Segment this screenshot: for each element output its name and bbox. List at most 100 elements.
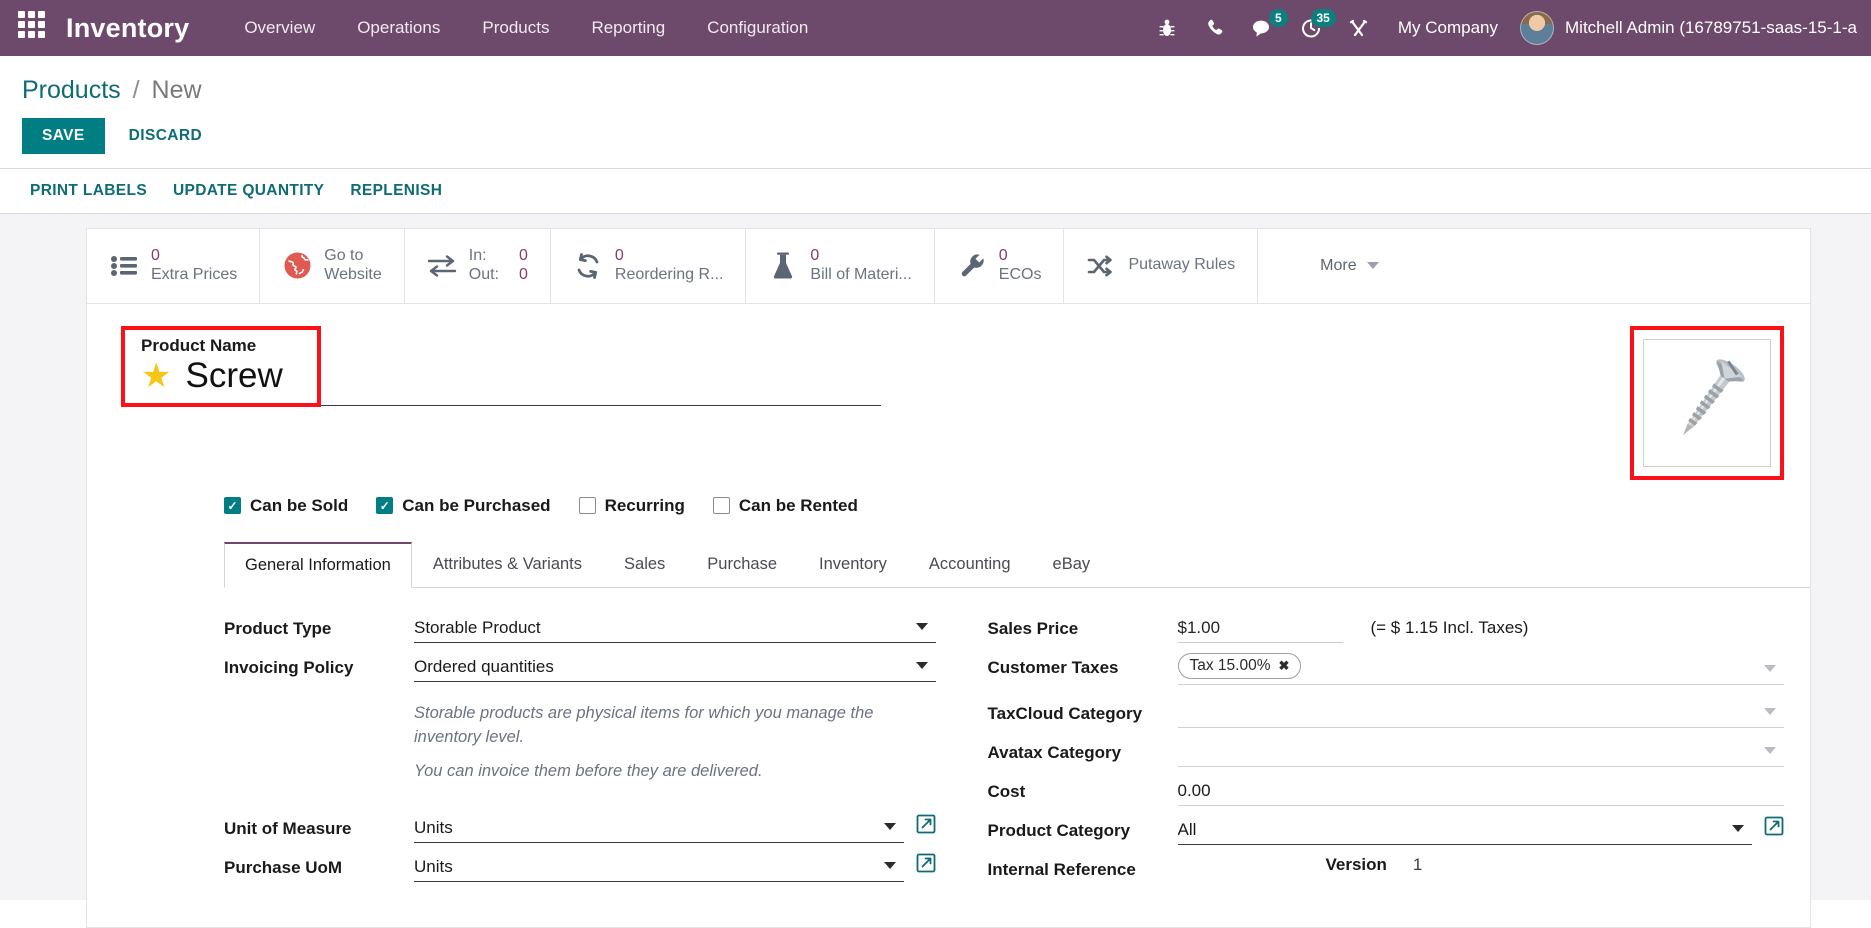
nav-item-reporting[interactable]: Reporting — [570, 18, 686, 38]
product-title-area: Product Name ★ Screw — [87, 304, 1810, 480]
field-cost: Cost — [988, 776, 1784, 806]
chevron-down-icon[interactable] — [883, 822, 896, 830]
messages-badge: 5 — [1268, 9, 1288, 27]
smart-button-extra-prices[interactable]: 0 Extra Prices — [87, 229, 261, 303]
tab-attributes-variants[interactable]: Attributes & Variants — [412, 542, 603, 588]
chevron-down-icon[interactable] — [915, 622, 928, 630]
nav-item-overview[interactable]: Overview — [223, 18, 336, 38]
nav-item-operations[interactable]: Operations — [336, 18, 461, 38]
external-link-icon[interactable] — [916, 814, 936, 839]
invoicing-policy-select[interactable] — [414, 652, 936, 682]
avatar[interactable] — [1520, 11, 1554, 45]
breadcrumb-products[interactable]: Products — [22, 76, 121, 104]
close-icon[interactable]: ✖ — [1279, 658, 1290, 674]
chevron-down-icon[interactable] — [1764, 664, 1776, 672]
apps-grid-icon[interactable] — [18, 11, 52, 45]
shuffle-icon — [1086, 255, 1116, 277]
checkbox-can-be-sold[interactable]: Can be Sold — [224, 496, 348, 516]
smart-button-ecos[interactable]: 0 ECOs — [935, 229, 1065, 303]
external-link-icon[interactable] — [1764, 816, 1784, 841]
sales-price-input[interactable]: $1.00 — [1177, 614, 1343, 643]
checkbox-label: Can be Sold — [250, 495, 349, 515]
product-image[interactable] — [1643, 338, 1771, 467]
activities-clock-icon[interactable]: 35 — [1300, 9, 1336, 40]
putaway-rules-label: Putaway Rules — [1128, 256, 1236, 274]
smart-button-putaway-rules[interactable]: Putaway Rules — [1064, 229, 1259, 303]
print-labels-button[interactable]: PRINT LABELS — [30, 182, 147, 200]
external-link-icon[interactable] — [916, 853, 936, 878]
customer-taxes-label: Customer Taxes — [987, 657, 1119, 677]
cost-input[interactable] — [1177, 776, 1784, 806]
uom-select[interactable] — [414, 813, 904, 843]
checkbox-label: Can be Purchased — [402, 495, 551, 515]
control-panel-buttons: SAVE DISCARD — [0, 109, 1871, 168]
checkbox-recurring[interactable]: Recurring — [578, 495, 685, 516]
tab-purchase[interactable]: Purchase — [686, 542, 798, 588]
smart-button-bill-of-materials[interactable]: 0 Bill of Materi... — [746, 229, 935, 303]
update-quantity-button[interactable]: UPDATE QUANTITY — [173, 182, 324, 200]
go-to-website-label: Go to Website — [324, 247, 382, 283]
company-switcher[interactable]: My Company — [1398, 18, 1498, 38]
tab-accounting[interactable]: Accounting — [908, 542, 1032, 588]
chevron-down-icon[interactable] — [1764, 707, 1776, 715]
smart-button-in-out[interactable]: In: 0 Out: 0 — [405, 229, 551, 303]
star-filled-icon[interactable]: ★ — [141, 359, 171, 393]
tab-sales[interactable]: Sales — [603, 542, 686, 588]
product-name-row: ★ Screw — [141, 357, 283, 395]
checkbox-box[interactable] — [578, 497, 596, 515]
bug-icon[interactable] — [1156, 16, 1178, 40]
breadcrumb-current: New — [151, 76, 202, 104]
checkbox-label: Recurring — [604, 495, 685, 515]
smart-button-more[interactable]: More — [1258, 229, 1810, 303]
product-image-highlight — [1630, 325, 1784, 480]
smart-button-go-to-website[interactable]: Go to Website — [260, 229, 405, 303]
extra-prices-value: 0 — [151, 247, 160, 264]
product-type-select[interactable] — [414, 613, 936, 643]
nav-item-configuration[interactable]: Configuration — [686, 18, 829, 38]
field-unit-of-measure: Unit of Measure — [224, 813, 936, 843]
checkbox-can-be-purchased[interactable]: Can be Purchased — [376, 495, 551, 516]
save-button[interactable]: SAVE — [22, 118, 105, 154]
messages-icon[interactable]: 5 — [1252, 9, 1288, 40]
field-taxcloud-category: TaxCloud Category — [988, 698, 1784, 728]
chevron-down-icon[interactable] — [883, 861, 896, 869]
checkbox-can-be-rented[interactable]: Can be Rented — [712, 496, 858, 516]
avatax-category-select[interactable] — [1177, 737, 1784, 767]
tab-ebay[interactable]: eBay — [1032, 542, 1112, 588]
field-internal-reference: Internal Reference Version 1 — [988, 855, 1785, 880]
control-panel: Products / New SAVE DISCARD — [0, 56, 1871, 169]
taxcloud-value-wrap — [1177, 698, 1784, 728]
app-brand-title[interactable]: Inventory — [66, 13, 189, 44]
product-flags: Can be Sold Can be Purchased Recurring C… — [87, 480, 1810, 516]
tax-tag[interactable]: Tax 15.00% ✖ — [1177, 652, 1302, 679]
product-form-sheet: 0 Extra Prices Go to Website In: 0 Out: … — [86, 228, 1811, 928]
chevron-down-icon[interactable] — [1764, 746, 1776, 754]
tab-general-information[interactable]: General Information — [224, 541, 412, 588]
product-category-select[interactable] — [1177, 815, 1752, 845]
chevron-down-icon[interactable] — [915, 661, 928, 669]
record-action-bar: PRINT LABELS UPDATE QUANTITY REPLENISH — [0, 169, 1871, 214]
replenish-button[interactable]: REPLENISH — [350, 182, 442, 200]
product-type-help: Storable products are physical items for… — [224, 692, 936, 784]
tools-icon[interactable] — [1348, 16, 1370, 40]
ecos-value: 0 — [998, 247, 1008, 264]
checkbox-box[interactable] — [376, 497, 394, 515]
product-name-input[interactable]: Screw — [185, 357, 282, 395]
purchase-uom-select[interactable] — [414, 852, 904, 882]
product-image-block — [1630, 325, 1784, 480]
checkbox-box[interactable] — [224, 497, 241, 515]
phone-icon[interactable] — [1204, 16, 1226, 40]
chevron-down-icon[interactable] — [1732, 824, 1744, 832]
breadcrumb: Products / New — [0, 68, 1871, 109]
discard-button[interactable]: DISCARD — [119, 118, 212, 154]
help-text-storable: Storable products are physical items for… — [414, 703, 874, 746]
nav-item-products[interactable]: Products — [461, 18, 570, 38]
smart-button-text: 0 Extra Prices — [151, 247, 237, 285]
product-type-label: Product Type — [224, 618, 332, 638]
user-menu[interactable]: Mitchell Admin (16789751-saas-15-1-a — [1565, 18, 1857, 38]
tab-inventory[interactable]: Inventory — [798, 542, 908, 588]
checkbox-box[interactable] — [712, 497, 730, 515]
customer-taxes-value-wrap[interactable]: Tax 15.00% ✖ — [1177, 652, 1784, 685]
taxcloud-category-select[interactable] — [1177, 698, 1784, 728]
smart-button-reordering-rules[interactable]: 0 Reordering R... — [551, 229, 747, 303]
